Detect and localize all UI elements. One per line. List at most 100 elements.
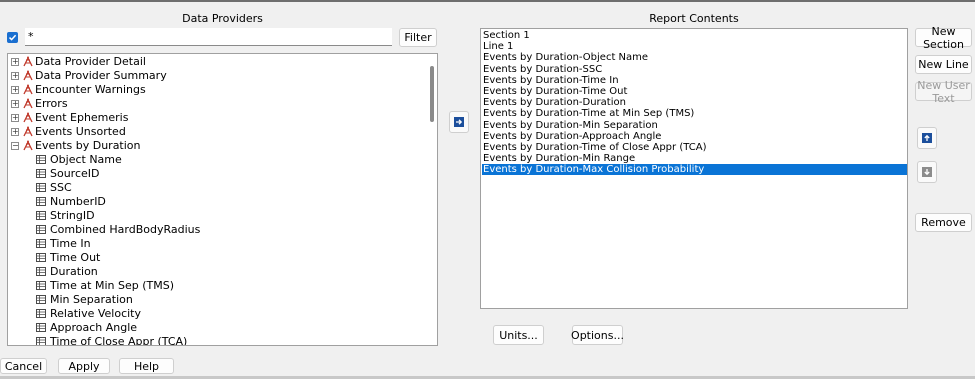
expand-icon[interactable]: +: [11, 58, 19, 66]
field-icon: [36, 183, 46, 192]
tree-node-label: Event Ephemeris: [35, 111, 129, 124]
move-down-button[interactable]: [917, 161, 937, 183]
tree-field-label: Combined HardBodyRadius: [50, 223, 201, 236]
report-item[interactable]: Line 1: [482, 41, 907, 52]
tree-field-label: Approach Angle: [50, 321, 138, 334]
add-to-report-button[interactable]: [449, 111, 469, 133]
report-item[interactable]: Events by Duration-Max Collision Probabi…: [482, 164, 907, 176]
field-icon: [36, 337, 46, 345]
tree-field[interactable]: StringID: [36, 209, 416, 223]
tree-field[interactable]: Combined HardBodyRadius: [36, 223, 416, 237]
tree-field[interactable]: Time Out: [36, 251, 416, 265]
data-provider-icon: [23, 126, 33, 137]
tree-field-label: SourceID: [50, 167, 100, 180]
tree-field-label: Time at Min Sep (TMS): [50, 279, 174, 292]
report-item[interactable]: Events by Duration-Object Name: [482, 52, 907, 63]
tree-node[interactable]: + Errors: [11, 97, 411, 111]
report-item[interactable]: Events by Duration-Approach Angle: [482, 131, 907, 142]
new-section-button[interactable]: New Section: [915, 25, 972, 51]
tree-field-label: Relative Velocity: [50, 307, 142, 320]
field-icon: [36, 211, 46, 220]
report-contents-list[interactable]: Section 1 Line 1 Events by Duration-Object…: [480, 28, 908, 309]
report-item[interactable]: Events by Duration-Min Separation: [482, 120, 907, 131]
tree-field[interactable]: Relative Velocity: [36, 307, 416, 321]
tree-field-label: Time Out: [50, 251, 101, 264]
filter-button[interactable]: Filter: [399, 28, 437, 47]
tree-field-label: Time In: [50, 237, 91, 250]
filter-checkbox[interactable]: [7, 32, 18, 43]
move-up-button[interactable]: [917, 127, 937, 149]
report-item[interactable]: Events by Duration-SSC: [482, 64, 907, 75]
expand-icon[interactable]: +: [11, 128, 19, 136]
field-icon: [36, 323, 46, 332]
new-line-button[interactable]: New Line: [915, 55, 972, 74]
tree-field-label: SSC: [50, 181, 72, 194]
tree-field[interactable]: SourceID: [36, 167, 416, 181]
data-provider-tree[interactable]: + Data Provider Detail + Data Provider Summ…: [7, 53, 438, 346]
cancel-button[interactable]: Cancel: [0, 358, 47, 374]
tree-field[interactable]: Time In: [36, 237, 416, 251]
tree-node[interactable]: + Data Provider Summary: [11, 69, 411, 83]
data-provider-icon: [23, 56, 33, 67]
options-button[interactable]: Options...: [571, 325, 624, 345]
arrow-up-icon: [922, 133, 932, 143]
report-item[interactable]: Events by Duration-Duration: [482, 97, 907, 108]
field-icon: [36, 295, 46, 304]
tree-field[interactable]: Time at Min Sep (TMS): [36, 279, 416, 293]
tree-field-label: Object Name: [50, 153, 122, 166]
report-item[interactable]: Events by Duration-Time In: [482, 75, 907, 86]
report-item[interactable]: Events by Duration-Time of Close Appr (T…: [482, 142, 907, 153]
data-provider-icon: [23, 140, 33, 151]
tree-node[interactable]: + Data Provider Detail: [11, 55, 411, 69]
tree-node-label: Data Provider Detail: [35, 55, 146, 68]
tree-node-label: Events Unsorted: [35, 125, 126, 138]
tree-field[interactable]: Object Name: [36, 153, 416, 167]
apply-button[interactable]: Apply: [58, 358, 110, 374]
tree-scrollbar-thumb[interactable]: [430, 66, 434, 122]
field-icon: [36, 225, 46, 234]
tree-node-label: Errors: [35, 97, 68, 110]
expand-icon[interactable]: +: [11, 100, 19, 108]
report-item[interactable]: Events by Duration-Time at Min Sep (TMS): [482, 108, 907, 119]
tree-field-label: StringID: [50, 209, 95, 222]
units-button[interactable]: Units...: [493, 325, 544, 345]
data-providers-title: Data Providers: [182, 12, 263, 25]
arrow-down-icon: [922, 167, 932, 177]
tree-field[interactable]: Approach Angle: [36, 321, 416, 335]
field-icon: [36, 197, 46, 206]
data-provider-icon: [23, 98, 33, 109]
arrow-right-icon: [454, 117, 464, 127]
tree-node[interactable]: − Events by Duration: [11, 139, 411, 153]
check-icon: [8, 34, 17, 41]
expand-icon[interactable]: +: [11, 86, 19, 94]
tree-node[interactable]: + Events Unsorted: [11, 125, 411, 139]
tree-node[interactable]: + Event Ephemeris: [11, 111, 411, 125]
field-icon: [36, 253, 46, 262]
field-icon: [36, 155, 46, 164]
tree-field-label: Duration: [50, 265, 98, 278]
help-button[interactable]: Help: [119, 358, 174, 374]
field-icon: [36, 281, 46, 290]
tree-field[interactable]: Time of Close Appr (TCA): [36, 335, 416, 346]
tree-field[interactable]: SSC: [36, 181, 416, 195]
tree-node[interactable]: + Encounter Warnings: [11, 83, 411, 97]
report-item[interactable]: Events by Duration-Time Out: [482, 86, 907, 97]
report-item[interactable]: Events by Duration-Min Range: [482, 153, 907, 164]
expand-icon[interactable]: +: [11, 72, 19, 80]
tree-field-label: Min Separation: [50, 293, 133, 306]
report-item[interactable]: Section 1: [482, 30, 907, 41]
data-provider-icon: [23, 70, 33, 81]
filter-input[interactable]: [25, 28, 392, 46]
tree-field[interactable]: Min Separation: [36, 293, 416, 307]
tree-field-label: NumberID: [50, 195, 106, 208]
field-icon: [36, 239, 46, 248]
collapse-icon[interactable]: −: [11, 142, 19, 150]
tree-field-label: Time of Close Appr (TCA): [50, 335, 188, 346]
tree-field[interactable]: Duration: [36, 265, 416, 279]
field-icon: [36, 267, 46, 276]
remove-button[interactable]: Remove: [915, 213, 972, 232]
new-user-text-button[interactable]: New User Text: [915, 79, 972, 105]
expand-icon[interactable]: +: [11, 114, 19, 122]
window-top-border: [0, 0, 975, 2]
tree-field[interactable]: NumberID: [36, 195, 416, 209]
